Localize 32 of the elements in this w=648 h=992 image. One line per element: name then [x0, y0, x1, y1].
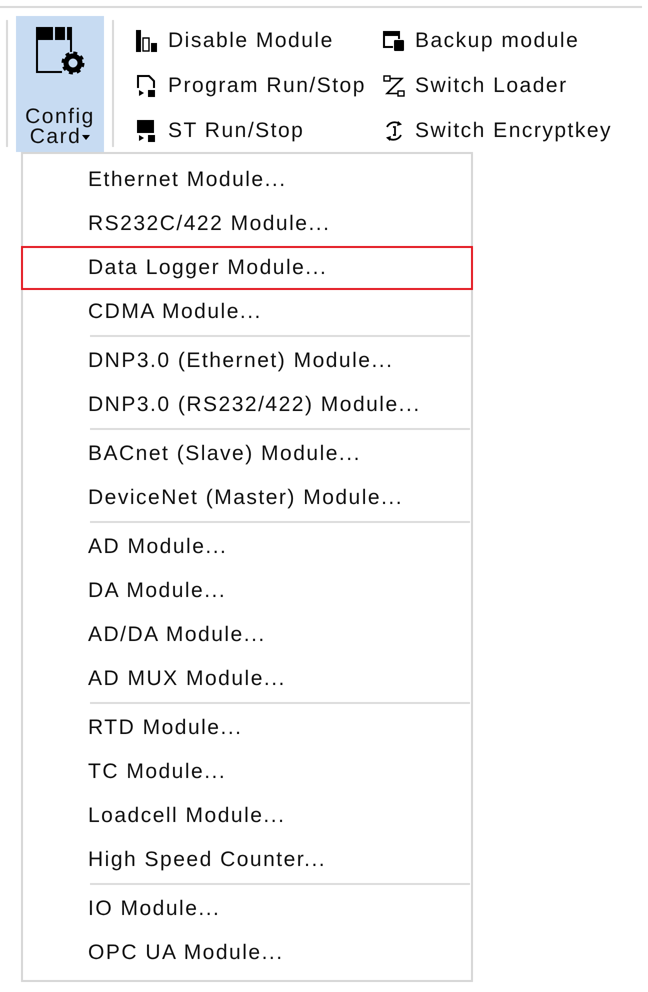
menu-item[interactable]: BACnet (Slave) Module...	[21, 432, 473, 476]
toolbar-button[interactable]: Switch Loader	[383, 63, 612, 108]
menu-item[interactable]: DA Module...	[21, 569, 473, 613]
linked-squares-icon	[383, 74, 405, 96]
menu-item[interactable]: TC Module...	[21, 750, 473, 794]
toolbar-button[interactable]: Program Run/Stop	[136, 63, 383, 108]
window-gear-icon	[36, 27, 84, 75]
menu-item[interactable]: AD/DA Module...	[21, 613, 473, 657]
toolbar-button[interactable]: Disable Module	[136, 18, 383, 63]
box-play-stop-icon	[136, 120, 158, 142]
menu-item[interactable]: High Speed Counter...	[21, 838, 473, 882]
menu-item[interactable]: DNP3.0 (RS232/422) Module...	[21, 383, 473, 427]
config-card-button[interactable]: Config Card	[16, 16, 104, 152]
toolbar-button[interactable]: Backup module	[383, 18, 612, 63]
menu-item[interactable]: IO Module...	[21, 887, 473, 931]
menu-item[interactable]: RTD Module...	[21, 706, 473, 750]
window-square-icon	[383, 30, 405, 52]
caret-icon	[82, 134, 90, 140]
module-bars-icon	[136, 30, 158, 52]
toolbar-button[interactable]: Switch Encryptkey	[383, 108, 612, 153]
toolbar-button[interactable]: ST Run/Stop	[136, 108, 383, 153]
menu-item[interactable]: Loadcell Module...	[21, 794, 473, 838]
menu-item[interactable]: RS232C/422 Module...	[21, 202, 473, 246]
menu-item[interactable]: AD Module...	[21, 525, 473, 569]
menu-item[interactable]: AD MUX Module...	[21, 657, 473, 701]
menu-item[interactable]: Data Logger Module...	[21, 246, 473, 290]
menu-item[interactable]: Ethernet Module...	[21, 158, 473, 202]
document-play-stop-icon	[136, 74, 158, 96]
menu-item[interactable]: OPC UA Module...	[21, 931, 473, 975]
menu-item[interactable]: DeviceNet (Master) Module...	[21, 476, 473, 520]
menu-item[interactable]: DNP3.0 (Ethernet) Module...	[21, 339, 473, 383]
menu-item[interactable]: CDMA Module...	[21, 290, 473, 334]
